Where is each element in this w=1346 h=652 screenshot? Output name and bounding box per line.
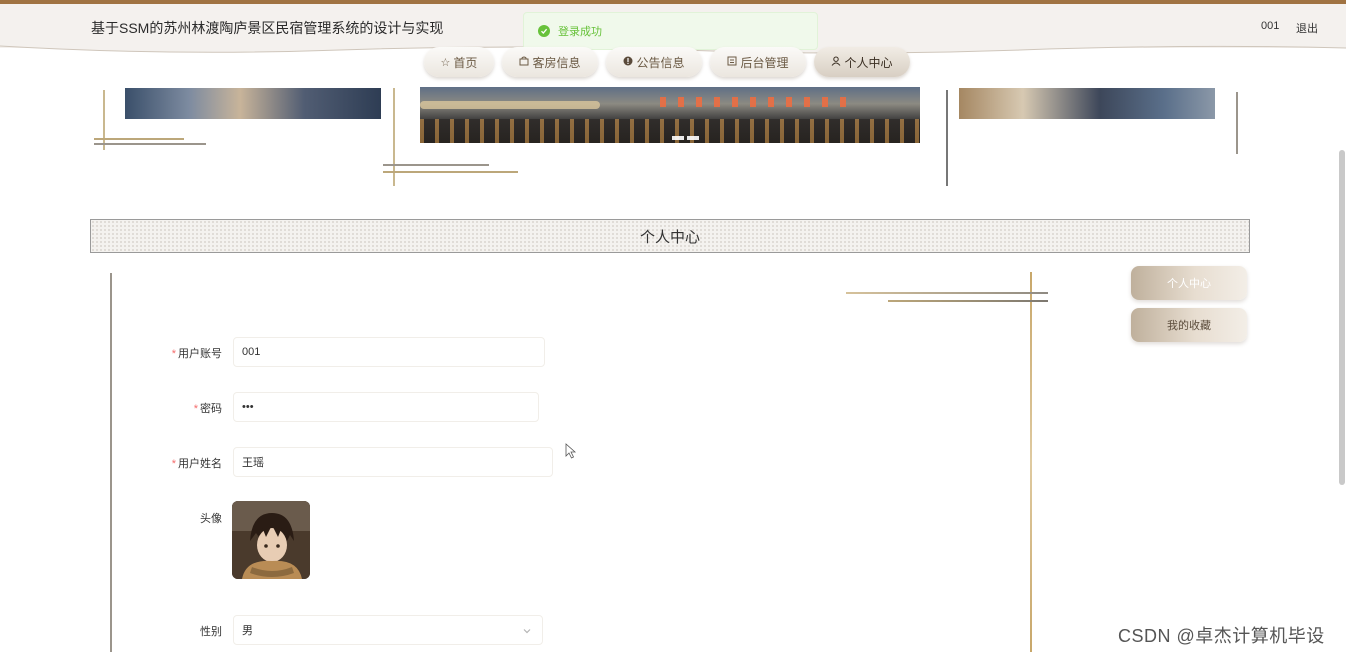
password-label: * 密码 — [132, 400, 222, 416]
required-mark: * — [171, 458, 176, 470]
nav-rooms[interactable]: 客房信息 — [502, 47, 598, 77]
banner-image-right — [959, 88, 1215, 119]
side-menu-profile[interactable]: 个人中心 — [1131, 266, 1247, 300]
toast-message: 登录成功 — [558, 26, 602, 38]
username-value: 001 — [242, 346, 261, 358]
banner-reflection-shape — [420, 119, 920, 143]
deco-line — [94, 143, 206, 145]
panel-right-border — [1030, 272, 1032, 652]
banner-bridge-shape — [420, 101, 600, 109]
panel-left-border — [110, 273, 112, 652]
deco-line — [846, 292, 1048, 294]
gender-label: 性别 — [132, 623, 222, 639]
name-label-text: 用户姓名 — [178, 458, 222, 470]
name-label: * 用户姓名 — [132, 455, 222, 471]
required-mark: * — [193, 403, 198, 415]
name-field[interactable]: 王瑶 — [233, 447, 553, 477]
banner-image-left — [125, 88, 381, 119]
bag-icon — [519, 56, 529, 69]
mouse-cursor-icon — [565, 443, 577, 459]
deco-line — [383, 171, 518, 173]
deco-line — [383, 164, 489, 166]
nav-profile-label: 个人中心 — [844, 55, 893, 70]
star-icon: ☆ — [440, 56, 451, 69]
password-value: ••• — [242, 401, 254, 413]
gender-select[interactable]: 男 — [233, 615, 543, 645]
site-title: 基于SSM的苏州林渡陶庐景区民宿管理系统的设计与实现 — [91, 20, 444, 36]
deco-line — [946, 90, 948, 186]
password-label-text: 密码 — [200, 403, 222, 415]
password-field[interactable]: ••• — [233, 392, 539, 422]
avatar-image[interactable] — [232, 501, 310, 579]
deco-line — [1236, 92, 1238, 154]
gender-value: 男 — [242, 625, 253, 637]
page-scrollbar[interactable] — [1339, 150, 1345, 485]
csdn-watermark: CSDN @卓杰计算机毕设 — [1118, 626, 1325, 646]
deco-line — [103, 90, 105, 150]
carousel-indicators[interactable] — [672, 127, 712, 140]
deco-line — [94, 138, 184, 140]
nav-admin[interactable]: 后台管理 — [710, 47, 806, 77]
side-menu-favorites[interactable]: 我的收藏 — [1131, 308, 1247, 342]
avatar-label: 头像 — [132, 510, 222, 526]
check-circle-icon — [538, 25, 550, 37]
nav-profile[interactable]: 个人中心 — [814, 47, 910, 77]
banner-lights-shape — [660, 97, 850, 107]
username-label-text: 用户账号 — [178, 348, 222, 360]
side-menu-profile-label: 个人中心 — [1167, 278, 1211, 290]
gender-label-text: 性别 — [200, 626, 222, 638]
user-icon — [831, 56, 841, 69]
current-user: 001 — [1261, 20, 1280, 32]
nav-notice-label: 公告信息 — [636, 55, 685, 70]
username-label: * 用户账号 — [132, 345, 222, 361]
required-mark: * — [171, 348, 176, 360]
logout-link[interactable]: 退出 — [1296, 20, 1318, 36]
nav-rooms-label: 客房信息 — [532, 55, 581, 70]
name-value: 王瑶 — [242, 457, 264, 469]
section-title: 个人中心 — [90, 219, 1250, 253]
nav-notice[interactable]: 公告信息 — [606, 47, 702, 77]
nav-home[interactable]: ☆ 首页 — [424, 47, 494, 77]
nav-home-label: 首页 — [453, 55, 478, 70]
avatar-label-text: 头像 — [200, 513, 222, 525]
side-menu-favorites-label: 我的收藏 — [1167, 320, 1211, 332]
info-icon — [623, 56, 633, 69]
banner-image-center[interactable] — [420, 87, 920, 143]
login-success-toast: 登录成功 — [523, 12, 818, 50]
chevron-down-icon — [523, 629, 531, 634]
nav-admin-label: 后台管理 — [740, 55, 789, 70]
username-field[interactable]: 001 — [233, 337, 545, 367]
deco-line — [888, 300, 1048, 302]
building-icon — [727, 56, 737, 69]
